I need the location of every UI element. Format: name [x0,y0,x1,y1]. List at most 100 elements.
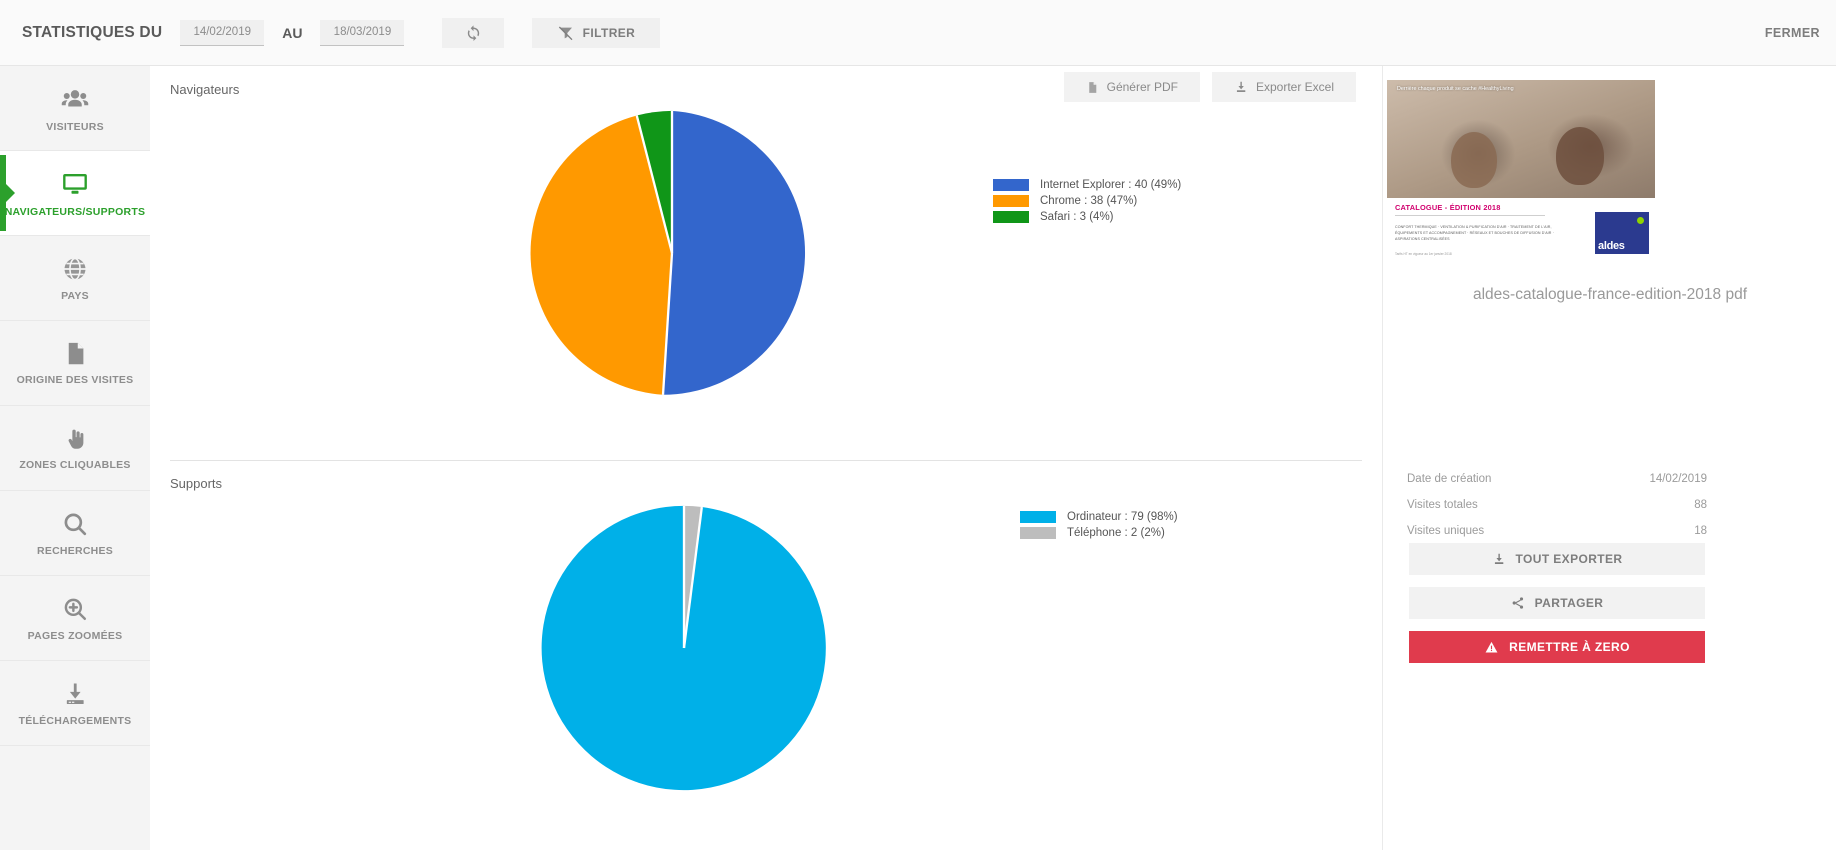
sidebar-item-visiteurs[interactable]: VISITEURS [0,66,150,151]
supports-title: Supports [170,475,223,491]
monitor-icon [60,169,90,199]
zoom-in-icon [61,595,89,623]
thumbnail-person-right [1555,127,1604,186]
generate-pdf-label: Générer PDF [1106,80,1178,94]
sidebar-item-pages-zoomees[interactable]: PAGES ZOOMÉES [0,576,150,661]
navigateurs-pie-chart [530,110,806,395]
stat-value: 14/02/2019 [1649,473,1707,485]
stat-label: Visites uniques [1407,525,1485,537]
close-button[interactable]: FERMER [1759,25,1826,41]
supports-section-header: Supports [150,461,1382,505]
thumbnail-rule [1395,215,1545,216]
legend-swatch-safari [993,211,1029,223]
legend-swatch-ordinateur [1020,511,1056,523]
thumbnail-footnote: Tarifs HT en vigueur au 1er janvier 2018 [1395,252,1452,256]
thumbnail-catalogue-text: CATALOGUE - [1395,203,1450,212]
logo-dot [1637,217,1644,224]
sidebar-item-navigateurs-supports[interactable]: NAVIGATEURS/SUPPORTS [0,151,150,236]
document-icon [62,340,89,367]
sidebar-item-label: NAVIGATEURS/SUPPORTS [4,205,146,218]
stat-row-date-creation: Date de création 14/02/2019 [1407,466,1707,492]
legend-item: Chrome : 38 (47%) [993,195,1181,207]
sidebar-item-pays[interactable]: PAYS [0,236,150,321]
export-excel-label: Exporter Excel [1255,80,1334,94]
date-from-input[interactable] [180,19,265,46]
supports-chart-row: Ordinateur : 79 (98%) Téléphone : 2 (2%) [150,505,1382,835]
download-icon [1234,80,1248,94]
supports-pie-chart [541,505,826,791]
navigateurs-section-header: Navigateurs Générer PDF Exporter Excel [150,66,1382,112]
sidebar-item-label: ZONES CLIQUABLES [19,459,131,471]
date-range-separator-label: AU [282,24,303,41]
pdf-file-icon [1086,80,1099,95]
filter-button[interactable]: FILTRER [532,17,661,48]
export-all-label: TOUT EXPORTER [1515,552,1623,566]
document-thumbnail: Derrière chaque produit se cache #Health… [1387,80,1655,270]
document-detail-panel: Derrière chaque produit se cache #Health… [1382,66,1836,850]
thumbnail-body-text: CONFORT THERMIQUE · VENTILATION & PURIFI… [1395,224,1554,241]
refresh-button[interactable] [442,17,505,48]
sidebar-nav: VISITEURS NAVIGATEURS/SUPPORTS PAYS ORIG… [0,66,150,850]
sidebar-item-label: ORIGINE DES VISITES [16,374,134,386]
filter-off-icon [558,25,574,41]
toolbar-left-group: STATISTIQUES DU AU FILTRER [0,0,661,65]
share-label: PARTAGER [1534,596,1604,610]
sidebar-item-zones-cliquables[interactable]: ZONES CLIQUABLES [0,406,150,491]
sidebar-item-origine-des-visites[interactable]: ORIGINE DES VISITES [0,321,150,406]
share-button[interactable]: PARTAGER [1409,587,1705,619]
logo-text: aldes [1598,240,1625,252]
share-icon [1511,596,1525,610]
date-to-input[interactable] [320,19,405,46]
download-icon [61,680,89,708]
sidebar-item-label: PAGES ZOOMÉES [27,629,123,642]
generate-pdf-button[interactable]: Générer PDF [1063,72,1200,102]
stat-label: Visites totales [1407,499,1478,511]
page-title: STATISTIQUES DU [22,23,163,41]
sidebar-item-label: TÉLÉCHARGEMENTS [18,714,132,727]
people-icon [60,84,90,114]
navigateurs-chart-row: Internet Explorer : 40 (49%) Chrome : 38… [150,110,1382,424]
main-content: Navigateurs Générer PDF Exporter Excel I… [150,66,1382,850]
sidebar-item-label: PAYS [61,289,89,302]
sidebar-item-recherches[interactable]: RECHERCHES [0,491,150,576]
filter-button-label: FILTRER [582,25,636,40]
export-all-button[interactable]: TOUT EXPORTER [1409,543,1705,575]
legend-swatch-telephone [1020,527,1056,539]
export-buttons-group: Générer PDF Exporter Excel [1063,72,1356,102]
thumbnail-photo [1387,80,1655,198]
warning-icon [1484,640,1499,655]
stat-value: 18 [1694,525,1707,537]
download-icon [1492,552,1506,566]
thumbnail-person-left [1451,131,1498,188]
legend-label: Chrome : 38 (47%) [1040,195,1138,207]
legend-swatch-chrome [993,195,1029,207]
thumbnail-edition-text: ÉDITION 2018 [1449,203,1501,212]
legend-swatch-internet-explorer [993,179,1029,191]
legend-label: Téléphone : 2 (2%) [1067,527,1165,539]
legend-label: Ordinateur : 79 (98%) [1067,511,1178,523]
legend-label: Internet Explorer : 40 (49%) [1040,179,1182,191]
globe-icon [61,255,89,283]
document-title: aldes-catalogue-france-edition-2018 pdf [1472,286,1747,303]
legend-item: Internet Explorer : 40 (49%) [993,179,1181,191]
top-toolbar: STATISTIQUES DU AU FILTRER FERMER [0,0,1836,66]
sidebar-item-label: VISITEURS [46,120,104,133]
legend-item: Téléphone : 2 (2%) [1020,527,1178,539]
legend-label: Safari : 3 (4%) [1040,211,1114,223]
sidebar-item-label: RECHERCHES [36,544,113,557]
stat-row-visites-totales: Visites totales 88 [1407,492,1707,518]
pointing-hand-icon [62,425,89,452]
legend-item: Ordinateur : 79 (98%) [1020,511,1178,523]
stat-label: Date de création [1407,473,1492,485]
stat-value: 88 [1694,499,1707,511]
sidebar-item-telechargements[interactable]: TÉLÉCHARGEMENTS [0,661,150,746]
refresh-icon [465,24,482,41]
export-excel-button[interactable]: Exporter Excel [1211,72,1356,102]
search-icon [61,510,89,538]
legend-item: Safari : 3 (4%) [993,211,1181,223]
aldes-logo: aldes [1595,212,1649,254]
supports-legend: Ordinateur : 79 (98%) Téléphone : 2 (2%) [1020,511,1178,539]
navigateurs-legend: Internet Explorer : 40 (49%) Chrome : 38… [993,179,1181,223]
reset-button[interactable]: REMETTRE À ZERO [1409,631,1705,663]
thumbnail-catalogue-heading: CATALOGUE - ÉDITION 2018 [1395,203,1501,212]
